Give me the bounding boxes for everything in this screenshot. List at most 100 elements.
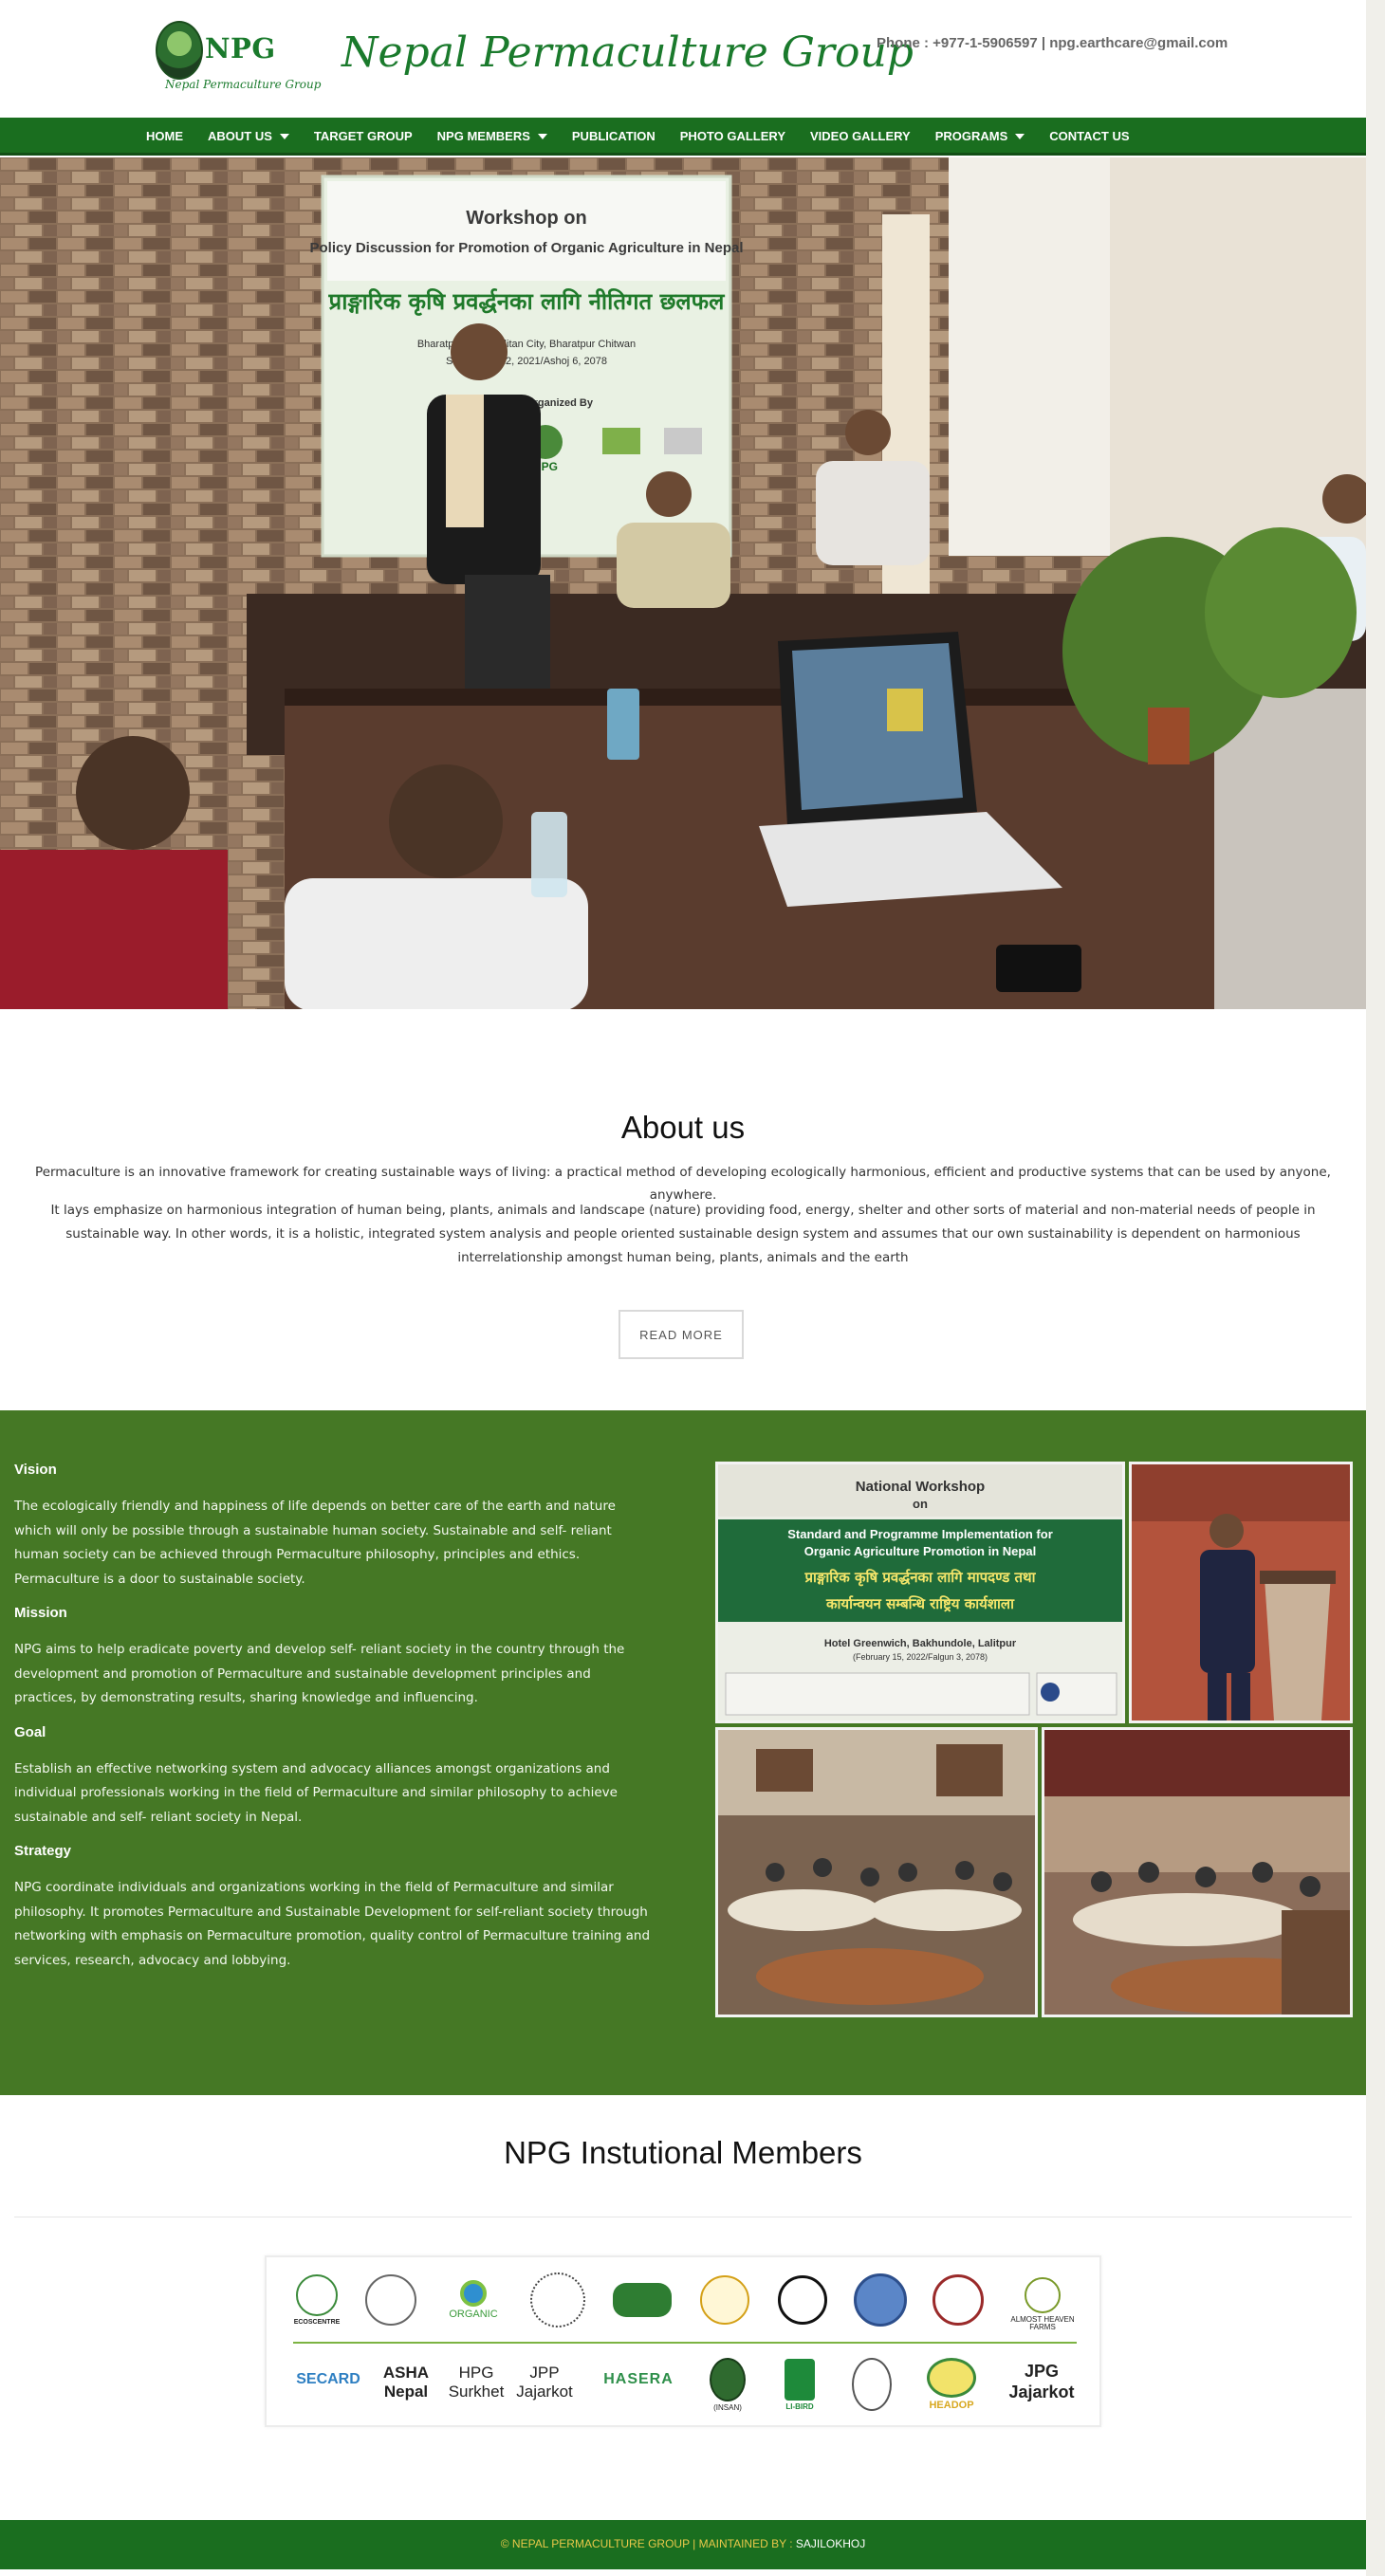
- goal-heading: Goal: [14, 1723, 46, 1740]
- hero-slider[interactable]: Workshop on Policy Discussion for Promot…: [0, 157, 1366, 1009]
- read-more-button[interactable]: READ MORE: [619, 1310, 744, 1359]
- nav-item-video-gallery[interactable]: VIDEO GALLERY: [798, 118, 923, 156]
- member-name: JPP Jajarkot: [516, 2363, 573, 2401]
- member-name: HPG Surkhet: [448, 2363, 505, 2401]
- nav-item-npg-members[interactable]: NPG MEMBERS: [425, 118, 560, 156]
- banner-title: Workshop on: [466, 208, 586, 229]
- member-name: (INSAN): [713, 2402, 742, 2412]
- member-logo-insan[interactable]: (INSAN): [699, 2350, 756, 2419]
- strategy-text: NPG coordinate individuals and organizat…: [14, 1880, 651, 1968]
- nav-label: NPG MEMBERS: [436, 129, 530, 143]
- member-name: HEADOP: [929, 2400, 974, 2411]
- mission-heading: Mission: [14, 1605, 67, 1621]
- member-logo-8b[interactable]: [843, 2350, 900, 2419]
- nav-item-programs[interactable]: PROGRAMS: [923, 118, 1038, 156]
- member-name: LI-BIRD: [785, 2401, 814, 2411]
- site-title[interactable]: Nepal Permaculture Group: [342, 28, 914, 77]
- main-nav: HOME ABOUT US TARGET GROUP NPG MEMBERS P…: [0, 118, 1366, 156]
- member-logo-libird[interactable]: LI-BIRD: [771, 2350, 828, 2419]
- nav-label: CONTACT US: [1049, 129, 1130, 143]
- member-logos-panel: ECOSCENTRE ORGANIC ALMOST HEAVEN FARMS S…: [265, 2255, 1101, 2427]
- headop-icon: [927, 2358, 976, 2398]
- hero-photo: Workshop on Policy Discussion for Promot…: [0, 157, 1366, 1009]
- gallery-poster-image: National Workshop on Standard and Progra…: [718, 1464, 1122, 1720]
- mission-text: NPG aims to help eradicate poverty and d…: [14, 1642, 625, 1705]
- nav-label: ABOUT US: [208, 129, 272, 143]
- member-logo-organic[interactable]: ORGANIC: [435, 2271, 511, 2329]
- about-paragraph-2: It lays emphasize on harmonious integrat…: [50, 1203, 1316, 1265]
- member-logo-ecoscentre[interactable]: ECOSCENTRE: [287, 2271, 346, 2329]
- seal-icon: [365, 2274, 416, 2326]
- member-logo-hasera[interactable]: HASERA: [585, 2356, 692, 2403]
- vision-text: The ecologically friendly and happiness …: [14, 1499, 616, 1587]
- member-logo-4[interactable]: [525, 2271, 591, 2329]
- ecoscentre-icon: [296, 2274, 338, 2316]
- nav-item-about-us[interactable]: ABOUT US: [195, 118, 302, 156]
- vision-heading: Vision: [14, 1462, 57, 1478]
- gallery-photo-speaker[interactable]: [1129, 1462, 1353, 1723]
- libird-icon: [785, 2358, 815, 2401]
- member-logo-secard[interactable]: SECARD: [295, 2356, 361, 2403]
- organic-icon: [460, 2280, 487, 2307]
- poster-line-1: National Workshop: [856, 1479, 985, 1495]
- gallery-speaker-image: [1132, 1464, 1350, 1720]
- member-logo-2[interactable]: [361, 2271, 420, 2329]
- gallery-photo-poster[interactable]: National Workshop on Standard and Progra…: [715, 1462, 1125, 1723]
- member-logo-jpp[interactable]: JPP Jajarkot: [511, 2356, 578, 2409]
- member-logo-headop[interactable]: HEADOP: [912, 2348, 991, 2420]
- banner-place: Bharatpur Metropolitan City, Bharatpur C…: [417, 339, 636, 350]
- member-name: ORGANIC: [449, 2309, 498, 2320]
- nav-label: TARGET GROUP: [313, 129, 413, 143]
- site-logo[interactable]: NPG Nepal Permaculture Group: [156, 17, 321, 97]
- nav-item-target-group[interactable]: TARGET GROUP: [302, 118, 425, 156]
- members-title: NPG Instutional Members: [504, 2135, 862, 2170]
- member-logo-8[interactable]: [847, 2271, 914, 2329]
- footer-maintainer-link[interactable]: SAJILOKHOJ: [796, 2537, 865, 2550]
- member-name: HASERA: [603, 2371, 674, 2387]
- page-scrollbar[interactable]: [1366, 0, 1385, 2576]
- nav-item-contact-us[interactable]: CONTACT US: [1037, 118, 1141, 156]
- insan-icon: [710, 2357, 746, 2401]
- member-name: JPG Jajarkot: [1008, 2362, 1075, 2401]
- poster-line-4: Organic Agriculture Promotion in Nepal: [804, 1544, 1036, 1558]
- member-logo-asha[interactable]: ASHA Nepal: [373, 2356, 439, 2409]
- member-logo-hpg[interactable]: HPG Surkhet: [443, 2356, 509, 2409]
- member-logo-7[interactable]: [769, 2271, 836, 2329]
- vision-mission-section: Vision The ecologically friendly and hap…: [0, 1410, 1366, 2095]
- nav-item-photo-gallery[interactable]: PHOTO GALLERY: [668, 118, 798, 156]
- member-logo-5[interactable]: [604, 2271, 680, 2329]
- nav-label: PROGRAMS: [934, 129, 1008, 143]
- caret-down-icon: [537, 134, 547, 139]
- caret-down-icon: [1015, 134, 1025, 139]
- caret-down-icon: [279, 134, 289, 139]
- member-logo-almost-heaven[interactable]: ALMOST HEAVEN FARMS: [1003, 2271, 1082, 2337]
- member-name: SECARD: [296, 2371, 360, 2387]
- member-logo-jpg[interactable]: JPG Jajarkot: [999, 2356, 1084, 2409]
- almost-heaven-icon: [1025, 2276, 1061, 2313]
- member-logo-6[interactable]: [692, 2271, 758, 2329]
- sun-emblem-icon: [700, 2275, 749, 2325]
- site-footer: © NEPAL PERMACULTURE GROUP | MAINTAINED …: [0, 2520, 1366, 2569]
- gallery-hall-image-2: [1044, 1730, 1350, 2015]
- nav-item-home[interactable]: HOME: [134, 118, 195, 156]
- nav-item-publication[interactable]: PUBLICATION: [560, 118, 668, 156]
- page: NPG Nepal Permaculture Group Nepal Perma…: [0, 0, 1366, 2576]
- about-title: About us: [620, 1110, 746, 1145]
- about-section: About us Permaculture is an innovative f…: [0, 1009, 1366, 1410]
- blue-circle-icon: [854, 2273, 907, 2327]
- gallery-photo-hall-1[interactable]: [715, 1727, 1038, 2017]
- member-name: ALMOST HEAVEN FARMS: [1010, 2314, 1075, 2331]
- nav-label: HOME: [146, 129, 183, 143]
- banner-nepali-title: प्राङ्गारिक कृषि प्रवर्द्धनका लागि नीतिग…: [328, 288, 727, 316]
- nav-label: PUBLICATION: [571, 129, 656, 143]
- logos-row-divider: [293, 2342, 1077, 2344]
- header-contact: Phone : +977-1-5906597 | npg.earthcare@g…: [877, 35, 1228, 51]
- member-logo-9[interactable]: [925, 2271, 991, 2329]
- gallery-photo-hall-2[interactable]: [1042, 1727, 1353, 2017]
- poster-line-3: Standard and Programme Implementation fo…: [787, 1527, 1053, 1541]
- oval-seal-icon: [852, 2358, 892, 2411]
- member-name: ECOSCENTRE: [293, 2319, 341, 2326]
- member-name: ASHA Nepal: [382, 2363, 430, 2401]
- black-seal-icon: [778, 2275, 827, 2325]
- poster-line-2: on: [913, 1497, 928, 1511]
